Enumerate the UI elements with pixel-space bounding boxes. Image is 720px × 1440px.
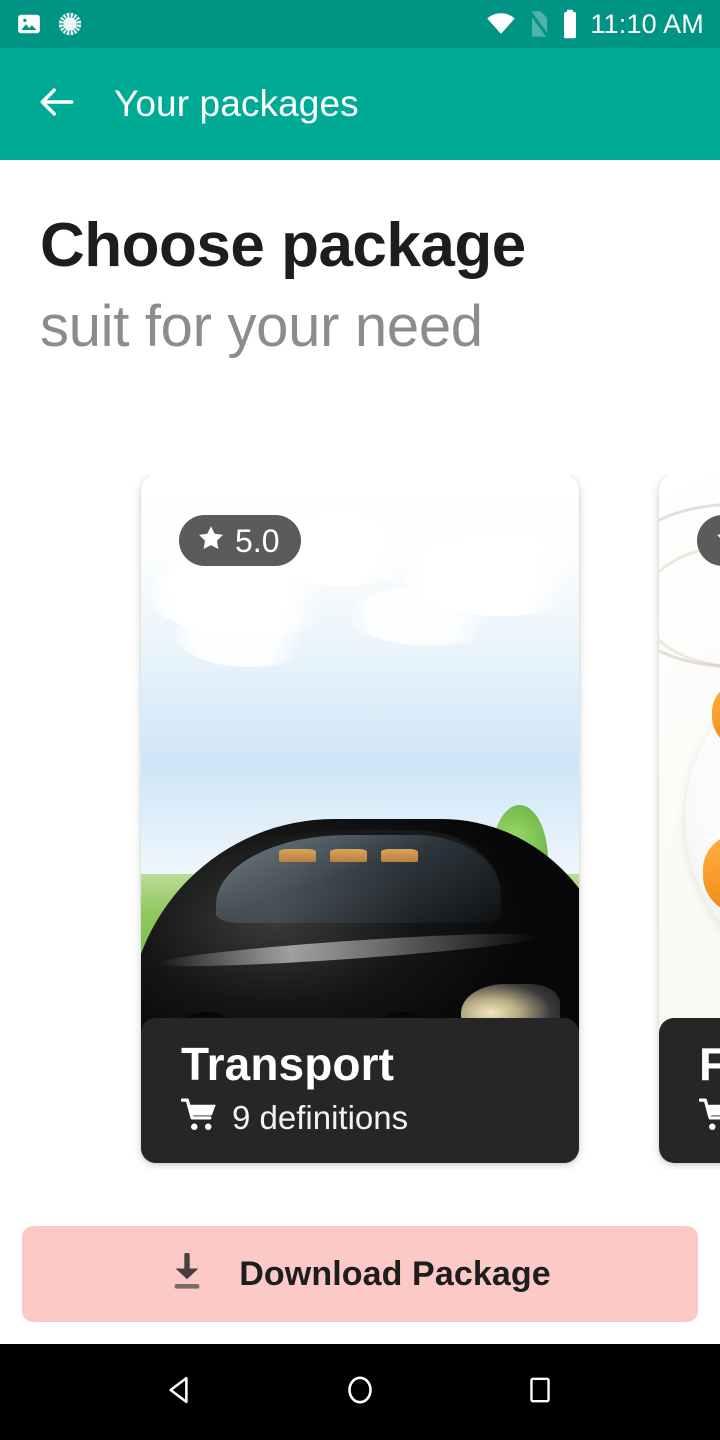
battery-icon (562, 9, 578, 39)
page-heading-block: Choose package suit for your need (0, 160, 720, 358)
rating-badge: 5.0 (179, 515, 302, 566)
status-bar: 11:10 AM (0, 0, 720, 48)
card-footer-food: Food 12 definitions (659, 1017, 720, 1163)
app-bar: Your packages (0, 48, 720, 160)
car-highlight (157, 927, 541, 972)
status-bar-right-icons: 11:10 AM (486, 9, 704, 40)
card-footer-transport: Transport 9 definitions (141, 1017, 579, 1163)
app-bar-title: Your packages (114, 83, 359, 124)
card-meta: 9 definitions (180, 1098, 539, 1137)
card-title: Food (699, 1037, 720, 1090)
page-title: Choose package (40, 211, 526, 280)
arrow-left-icon (35, 80, 79, 129)
square-icon (524, 1374, 556, 1411)
wifi-icon (486, 12, 516, 36)
nav-back-button[interactable] (90, 1373, 270, 1412)
download-icon (169, 1251, 205, 1296)
card-meta-text: 9 definitions (232, 1099, 409, 1136)
package-card-food[interactable]: 5.0 Food 12 definitions (659, 475, 720, 1163)
star-icon (714, 523, 720, 558)
carousel-track[interactable]: 5.0 Transport 9 definitions F (0, 475, 720, 1170)
rating-value: 5.0 (235, 522, 280, 559)
nav-recents-button[interactable] (450, 1374, 630, 1411)
status-bar-left-icons (16, 10, 84, 38)
card-meta: 12 definitions (698, 1098, 720, 1137)
download-button-label: Download Package (239, 1254, 551, 1293)
shopping-cart-icon (180, 1098, 219, 1137)
package-carousel[interactable]: 5.0 Transport 9 definitions F (0, 475, 720, 1170)
no-sim-icon (528, 10, 550, 38)
car-windshield (216, 829, 501, 923)
download-package-button[interactable]: Download Package (22, 1226, 698, 1322)
page-subtitle: suit for your need (40, 294, 483, 360)
triangle-left-icon (163, 1373, 197, 1412)
back-button[interactable] (26, 73, 88, 135)
nav-home-button[interactable] (270, 1373, 450, 1412)
star-icon (196, 523, 226, 558)
shopping-cart-icon (698, 1098, 720, 1137)
sunburst-icon (56, 10, 84, 38)
status-bar-clock: 11:10 AM (590, 8, 704, 39)
circle-icon (343, 1373, 377, 1412)
package-card-transport[interactable]: 5.0 Transport 9 definitions (141, 475, 579, 1163)
app-screen: 11:10 AM Your packages Choose package su… (0, 0, 720, 1440)
android-navigation-bar (0, 1344, 720, 1440)
card-title: Transport (181, 1037, 395, 1090)
image-icon (16, 11, 42, 37)
